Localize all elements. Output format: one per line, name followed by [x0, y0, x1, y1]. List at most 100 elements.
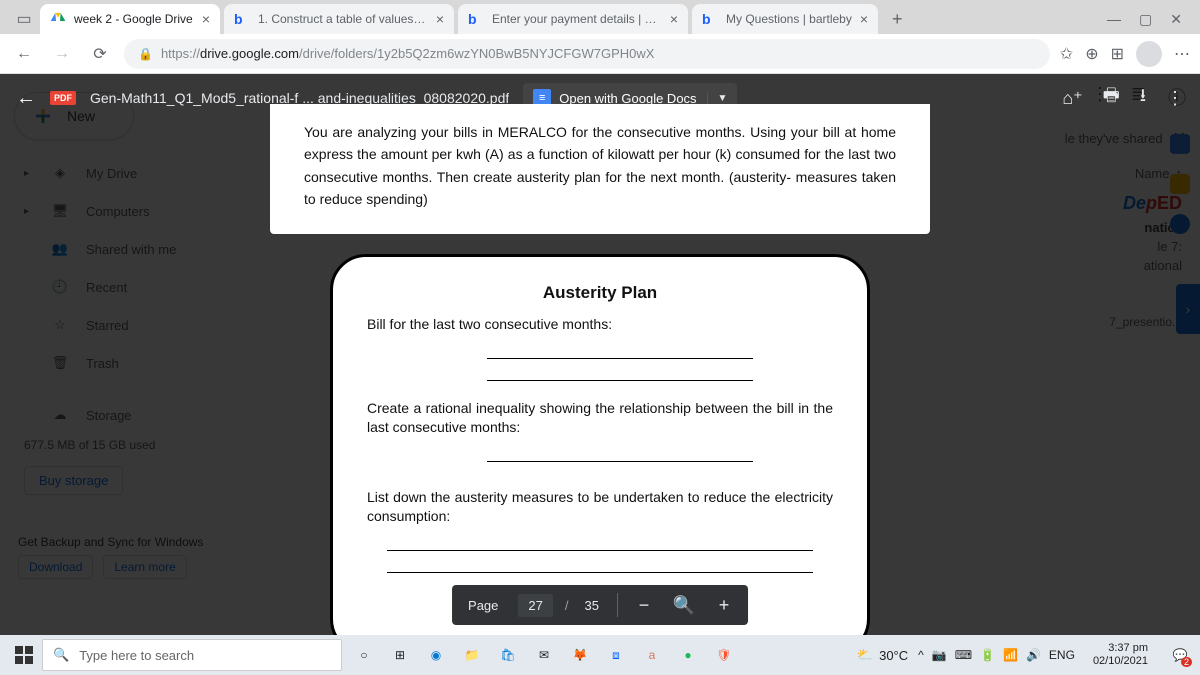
blank-line	[387, 533, 813, 551]
search-icon: 🔍	[53, 647, 69, 663]
drive-favicon	[50, 11, 66, 27]
back-button[interactable]: ←	[10, 40, 38, 68]
window-controls: — ▢ ✕	[1097, 11, 1192, 34]
mail-icon[interactable]: ✉	[530, 641, 558, 669]
problem-text-block: You are analyzing your bills in MERALCO …	[270, 104, 930, 234]
notification-badge: 2	[1181, 657, 1192, 667]
extensions-icon[interactable]: ⊞	[1111, 44, 1124, 64]
browser-tab[interactable]: b 1. Construct a table of values of … ×	[224, 4, 454, 34]
toolbar-right: ✩ ⊕ ⊞ ⋯	[1060, 41, 1190, 67]
address-bar[interactable]: 🔒 https://drive.google.com/drive/folders…	[124, 39, 1050, 69]
pdf-page-controls: Page 27 / 35 − 🔍 +	[452, 585, 748, 625]
browser-tab[interactable]: week 2 - Google Drive ×	[40, 4, 220, 34]
close-window-icon[interactable]: ✕	[1170, 11, 1182, 28]
bartleby-favicon: b	[234, 11, 250, 27]
keyboard-icon[interactable]: ⌨	[955, 648, 972, 662]
blank-line	[487, 341, 753, 359]
divider	[617, 593, 618, 617]
minimize-icon[interactable]: —	[1107, 11, 1121, 28]
bartleby-favicon: b	[702, 11, 718, 27]
clock-date: 02/10/2021	[1093, 655, 1148, 668]
language-indicator[interactable]: ENG	[1049, 648, 1075, 662]
tab-title: My Questions | bartleby	[726, 12, 852, 26]
brave-icon[interactable]: 🛡	[710, 641, 738, 669]
browser-toolbar: ← → ⟳ 🔒 https://drive.google.com/drive/f…	[0, 34, 1200, 74]
search-placeholder: Type here to search	[79, 648, 194, 663]
cortana-icon[interactable]: ○	[350, 641, 378, 669]
new-tab-button[interactable]: +	[882, 9, 913, 34]
download-icon[interactable]: ⭳	[1140, 83, 1146, 113]
browser-titlebar: ▭ week 2 - Google Drive × b 1. Construct…	[0, 0, 1200, 34]
page-sep: /	[563, 598, 571, 613]
page-total: 35	[575, 598, 609, 613]
favorite-icon[interactable]: ✩	[1060, 44, 1073, 64]
print-icon[interactable]: 🖶	[1103, 83, 1120, 113]
system-tray: ^ 📷 ⌨ 🔋 📶 🔊 ENG	[918, 648, 1075, 662]
forward-button[interactable]: →	[48, 40, 76, 68]
store-icon[interactable]: 🛍	[494, 641, 522, 669]
blank-line	[487, 444, 753, 462]
tab-actions-icon[interactable]: ▭	[8, 4, 40, 34]
weather-widget[interactable]: ⛅ 30°C	[857, 647, 908, 663]
weather-temp: 30°C	[879, 648, 908, 663]
card-prompt-3: List down the austerity measures to be u…	[367, 488, 833, 527]
add-to-drive-icon[interactable]: ⌂⁺	[1062, 88, 1082, 109]
tab-title: Enter your payment details | bart…	[492, 12, 662, 26]
card-prompt-1: Bill for the last two consecutive months…	[367, 315, 833, 335]
wifi-icon[interactable]: 📶	[1003, 648, 1018, 662]
menu-icon[interactable]: ⋯	[1174, 44, 1190, 64]
pdf-viewer-overlay: ← PDF Gen-Math11_Q1_Mod5_rational-f ... …	[0, 74, 1200, 635]
more-icon[interactable]: ⋮	[1166, 88, 1184, 109]
browser-tab[interactable]: b Enter your payment details | bart… ×	[458, 4, 688, 34]
back-arrow-icon[interactable]: ←	[16, 87, 36, 110]
clock-time: 3:37 pm	[1093, 642, 1148, 655]
maximize-icon[interactable]: ▢	[1139, 11, 1152, 28]
card-title: Austerity Plan	[367, 283, 833, 303]
caret-down-icon[interactable]: ▼	[707, 93, 728, 104]
battery-icon[interactable]: 🔋	[980, 648, 995, 662]
pdf-body: You are analyzing your bills in MERALCO …	[0, 122, 1200, 635]
close-icon[interactable]: ×	[670, 11, 678, 27]
chevron-up-icon[interactable]: ^	[918, 648, 924, 662]
firefox-icon[interactable]: 🦊	[566, 641, 594, 669]
start-button[interactable]	[6, 637, 42, 673]
card-prompt-2: Create a rational inequality showing the…	[367, 399, 833, 438]
pdf-actions: ⌂⁺ 🖶 ⭳ ⋮	[1062, 83, 1184, 113]
dropbox-icon[interactable]: ⧈	[602, 641, 630, 669]
sound-icon[interactable]: 🔊	[1026, 648, 1041, 662]
app-icon[interactable]: a	[638, 641, 666, 669]
page-label: Page	[458, 598, 508, 613]
close-icon[interactable]: ×	[860, 11, 868, 27]
bartleby-favicon: b	[468, 11, 484, 27]
page-number-input[interactable]: 27	[518, 594, 552, 617]
taskbar-search[interactable]: 🔍 Type here to search	[42, 639, 342, 671]
problem-text: You are analyzing your bills in MERALCO …	[304, 124, 896, 207]
zoom-reset-button[interactable]: 🔍	[666, 587, 702, 623]
taskbar-pinned: ○ ⊞ ◉ 📁 🛍 ✉ 🦊 ⧈ a ● 🛡	[350, 641, 738, 669]
zoom-in-button[interactable]: +	[706, 587, 742, 623]
refresh-button[interactable]: ⟳	[86, 40, 114, 68]
close-icon[interactable]: ×	[436, 11, 444, 27]
url-text: https://drive.google.com/drive/folders/1…	[161, 46, 654, 61]
close-icon[interactable]: ×	[202, 11, 210, 27]
collections-icon[interactable]: ⊕	[1085, 44, 1098, 64]
blank-line	[487, 363, 753, 381]
browser-tab[interactable]: b My Questions | bartleby ×	[692, 4, 878, 34]
explorer-icon[interactable]: 📁	[458, 641, 486, 669]
lock-icon: 🔒	[138, 47, 153, 61]
profile-avatar[interactable]	[1136, 41, 1162, 67]
windows-taskbar: 🔍 Type here to search ○ ⊞ ◉ 📁 🛍 ✉ 🦊 ⧈ a …	[0, 635, 1200, 675]
pdf-badge: PDF	[50, 91, 76, 105]
taskbar-clock[interactable]: 3:37 pm 02/10/2021	[1085, 642, 1156, 668]
tab-title: 1. Construct a table of values of …	[258, 12, 428, 26]
tab-title: week 2 - Google Drive	[74, 12, 194, 26]
zoom-out-button[interactable]: −	[626, 587, 662, 623]
edge-icon[interactable]: ◉	[422, 641, 450, 669]
notifications-button[interactable]: 💬 2	[1166, 641, 1194, 669]
pdf-page: You are analyzing your bills in MERALCO …	[270, 104, 930, 635]
task-view-icon[interactable]: ⊞	[386, 641, 414, 669]
blank-line	[387, 555, 813, 573]
meet-now-icon[interactable]: 📷	[932, 648, 947, 662]
weather-icon: ⛅	[857, 647, 873, 663]
spotify-icon[interactable]: ●	[674, 641, 702, 669]
